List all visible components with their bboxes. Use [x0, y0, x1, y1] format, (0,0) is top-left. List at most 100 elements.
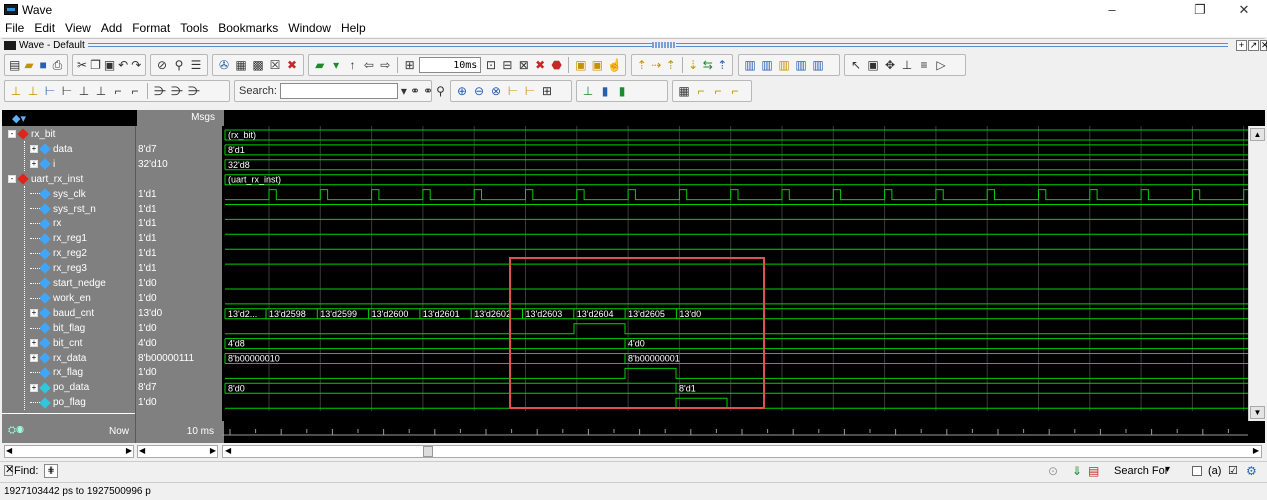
search-dropdown-icon[interactable]: ▾ [401, 84, 407, 98]
maximize-button[interactable]: ❐ [1178, 0, 1222, 20]
expr-prev-icon[interactable]: ⋺ [187, 84, 201, 98]
exact-checkbox[interactable]: ☑ [1228, 464, 1238, 477]
cursor-icon[interactable]: ⛭◉ [8, 425, 24, 436]
search-clear-icon[interactable]: ⚲ [436, 84, 445, 98]
value-hscroll[interactable]: ◀ ▶ [137, 445, 218, 458]
collapse-icon[interactable]: - [8, 175, 16, 184]
copy-icon[interactable]: ❐ [90, 58, 101, 72]
scroll-down-icon[interactable]: ▼ [1250, 406, 1265, 419]
expand-icon[interactable]: + [30, 383, 38, 392]
signal-rx-reg2[interactable]: rx_reg2 [30, 247, 87, 261]
wave-style-icon[interactable]: ▦ [677, 84, 691, 98]
delete-cursor-icon[interactable]: ⇡ [716, 58, 728, 72]
case-checkbox[interactable] [1192, 466, 1202, 476]
find-down-icon[interactable]: ⇓ [1072, 464, 1082, 478]
find-clear-icon[interactable]: ⊙ [1048, 464, 1058, 478]
find-close-icon[interactable]: ✕ [4, 465, 14, 476]
cut-icon[interactable]: ✂ [77, 58, 87, 72]
restart-icon[interactable]: ⊞ [403, 58, 416, 72]
step-icon[interactable]: ▣ [574, 58, 587, 72]
signal-i[interactable]: + i [30, 158, 55, 172]
signal-rx[interactable]: rx [30, 217, 61, 231]
menu-tools[interactable]: Tools [175, 20, 213, 37]
signal-start-nedge[interactable]: start_nedge [30, 277, 106, 291]
subwindow-close-button[interactable]: ✕ [1260, 40, 1267, 51]
wave-shape2-icon[interactable]: ⌐ [711, 84, 725, 98]
menu-format[interactable]: Format [127, 20, 175, 37]
signal-bit-cnt[interactable]: + bit_cnt [30, 337, 82, 351]
signal-bit-flag[interactable]: bit_flag [30, 322, 85, 336]
forward-icon[interactable]: ⇨ [379, 58, 392, 72]
save-icon[interactable]: ■ [38, 58, 49, 72]
wave-shape3-icon[interactable]: ⌐ [728, 84, 742, 98]
minimize-button[interactable]: – [1090, 0, 1134, 20]
find-first-icon[interactable]: ⊥ [9, 84, 23, 98]
find-prev-icon[interactable]: ⊥ [26, 84, 40, 98]
cursor-color-icon[interactable]: ▮ [615, 84, 629, 98]
compile-icon[interactable]: ✇ [217, 58, 231, 72]
signal-work-en[interactable]: work_en [30, 292, 91, 306]
wave-shape-icon[interactable]: ⌐ [694, 84, 708, 98]
zoom-full-icon[interactable]: ⊗ [489, 84, 503, 98]
collapse-icon[interactable]: - [8, 130, 16, 139]
find-any-icon[interactable]: ⌐ [111, 84, 125, 98]
add-wave-icon[interactable]: ▰ [313, 58, 326, 72]
run-length-input[interactable] [419, 57, 482, 73]
paste-icon[interactable]: ▣ [104, 58, 115, 72]
stop-sim-icon[interactable]: ⬣ [550, 58, 563, 72]
zoom-in-icon[interactable]: ⊕ [455, 84, 469, 98]
wave-dropdown-icon[interactable]: ▾ [329, 58, 342, 72]
back-icon[interactable]: ⇦ [362, 58, 375, 72]
wave-ungroup-icon[interactable]: ▥ [811, 58, 825, 72]
edit-mode-icon[interactable]: ≡ [917, 58, 931, 72]
format-icon[interactable]: ☰ [189, 58, 203, 72]
zoom-mode-icon[interactable]: ▣ [866, 58, 880, 72]
menu-view[interactable]: View [60, 20, 96, 37]
menu-window[interactable]: Window [283, 20, 336, 37]
signal-po-flag[interactable]: po_flag [30, 396, 86, 410]
signal-sys-rst-n[interactable]: sys_rst_n [30, 203, 96, 217]
find-next-icon[interactable]: ⊢ [43, 84, 57, 98]
wave-combine-icon[interactable]: ▥ [794, 58, 808, 72]
wave-hscroll[interactable]: ◀ ▶ [222, 445, 1262, 458]
drag-grip[interactable] [652, 42, 676, 48]
wave-bookmark-icon[interactable]: ▥ [777, 58, 791, 72]
run-icon[interactable]: ⊡ [484, 58, 497, 72]
insert-cursor-icon[interactable]: ⇣ [687, 58, 699, 72]
menu-file[interactable]: File [0, 20, 29, 37]
signal-uart-rx-inst[interactable]: - uart_rx_inst [8, 173, 83, 187]
cursor-lock-icon[interactable]: ▮ [598, 84, 612, 98]
find-last-icon[interactable]: ⊢ [60, 84, 74, 98]
wave-hscroll-thumb[interactable] [423, 446, 433, 457]
break-icon[interactable]: ☒ [268, 58, 282, 72]
signal-baud-cnt[interactable]: + baud_cnt [30, 307, 94, 321]
name-hscroll[interactable]: ◀ ▶ [4, 445, 134, 458]
menu-bookmarks[interactable]: Bookmarks [213, 20, 283, 37]
menu-help[interactable]: Help [336, 20, 371, 37]
breakpoint-icon[interactable]: ⊘ [155, 58, 169, 72]
find-settings-icon[interactable]: ⚙ [1246, 464, 1257, 478]
undo-icon[interactable]: ↶ [118, 58, 128, 72]
expand-icon[interactable]: + [30, 309, 38, 318]
redo-icon[interactable]: ↷ [131, 58, 141, 72]
find-icon[interactable]: ⚲ [172, 58, 186, 72]
expr-icon[interactable]: ⋺ [153, 84, 167, 98]
search-for-label[interactable]: Search For [1114, 465, 1168, 477]
signal-rx-reg1[interactable]: rx_reg1 [30, 232, 87, 246]
waveform-canvas[interactable]: (rx_bit) 8'd1 32'd8 (uart_rx_inst) 13'd2... 1… [222, 126, 1248, 421]
menu-edit[interactable]: Edit [29, 20, 60, 37]
find-fall-icon[interactable]: ⊥ [94, 84, 108, 98]
simulate-icon[interactable]: ▩ [251, 58, 265, 72]
step-up-icon[interactable]: ↑ [346, 58, 359, 72]
undock-button[interactable]: ↗ [1248, 40, 1259, 51]
expr-next-icon[interactable]: ⋺ [170, 84, 184, 98]
search-binoculars-icon[interactable]: ⚭ [410, 84, 420, 98]
edge-up-icon[interactable]: ⇡ [665, 58, 677, 72]
expand-icon[interactable]: + [30, 353, 38, 362]
run-all-icon[interactable]: ⊠ [517, 58, 530, 72]
vertical-scrollbar[interactable]: ▲ ▼ [1248, 126, 1265, 421]
find-input[interactable]: ⋕ [44, 464, 58, 478]
scroll-up-icon[interactable]: ▲ [1250, 128, 1265, 141]
search-for-dropdown-icon[interactable]: ▾ [1165, 464, 1170, 475]
stop-icon[interactable]: ✖ [285, 58, 299, 72]
